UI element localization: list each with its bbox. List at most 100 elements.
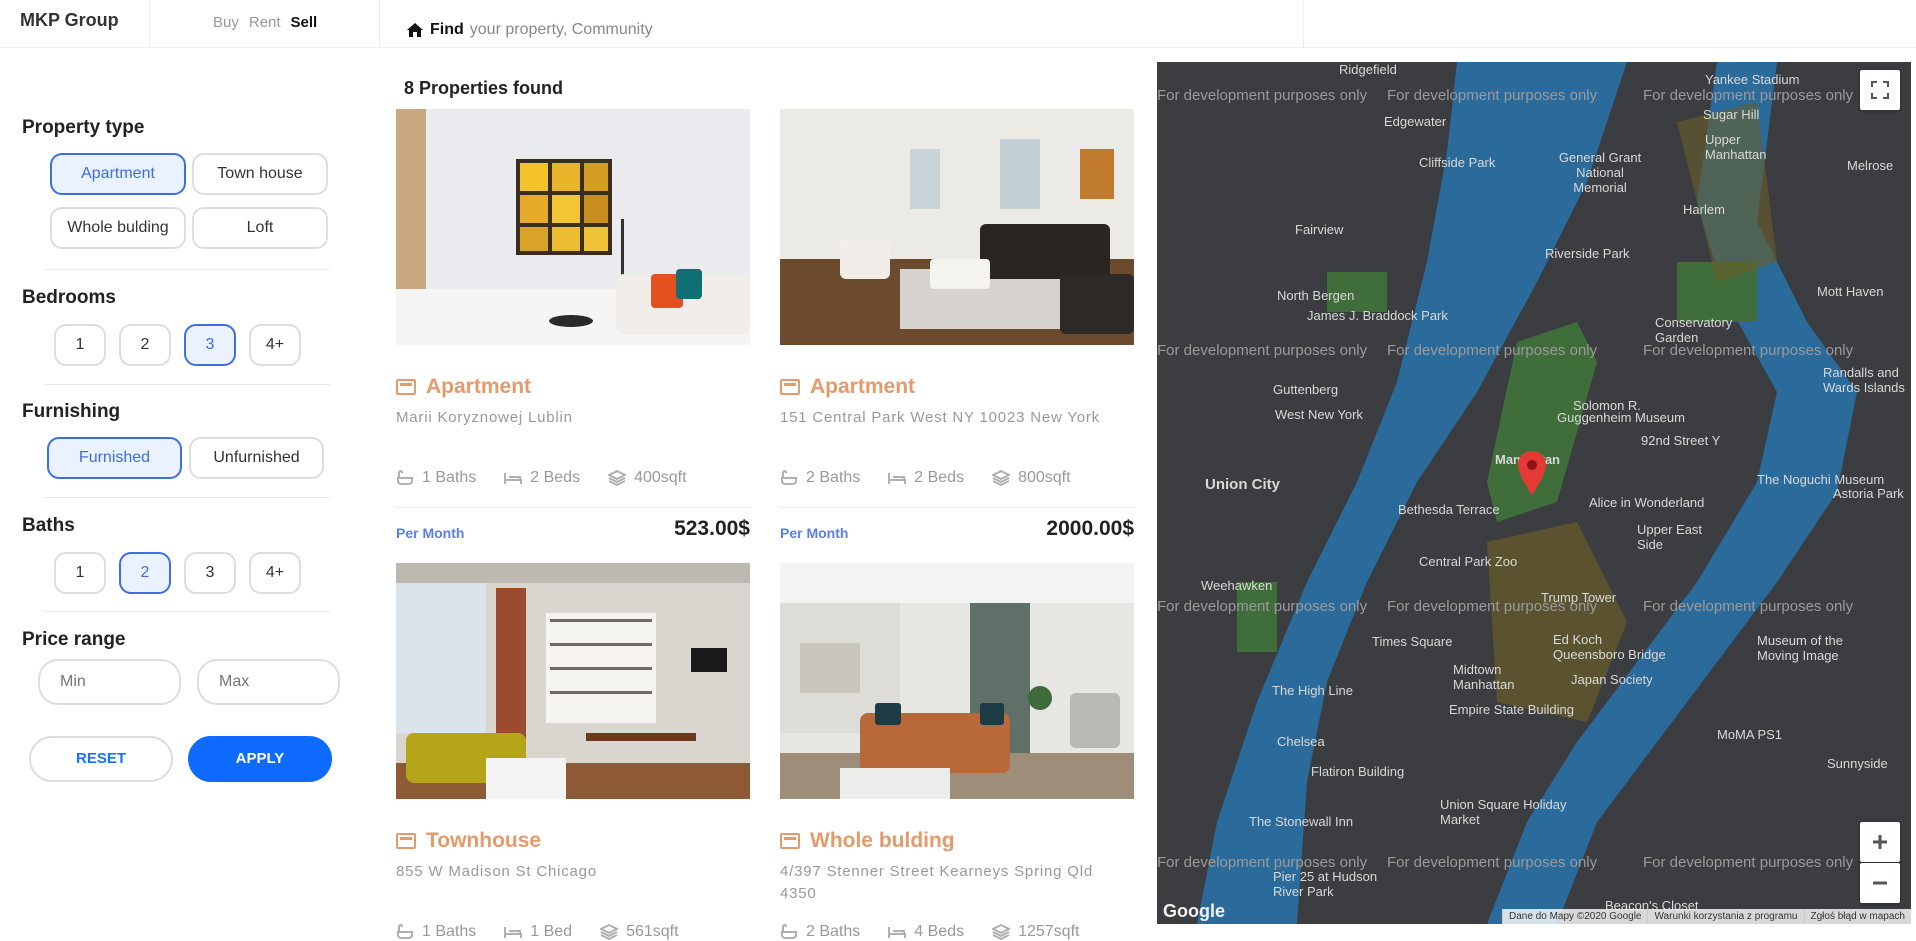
bathtub-icon	[781, 470, 797, 485]
layers-icon	[992, 924, 1011, 940]
baths-value: 1 Baths	[422, 469, 477, 486]
furnishing-title: Furnishing	[22, 401, 121, 422]
mode-buy[interactable]: Buy	[213, 14, 239, 48]
beds-value: 2 Beds	[530, 469, 581, 486]
listing-card[interactable]: Apartment Marii Koryznowej Lublin 1 Bath…	[396, 109, 750, 549]
chip-baths-2[interactable]: 2	[119, 552, 171, 594]
map-place-label: Edgewater	[1384, 114, 1447, 129]
chip-apartment[interactable]: Apartment	[50, 153, 186, 195]
listing-type-label: Townhouse	[426, 829, 542, 852]
map-place-label: Melrose	[1847, 158, 1894, 173]
chip-town-house[interactable]: Town house	[192, 153, 328, 195]
chip-unfurnished[interactable]: Unfurnished	[189, 437, 324, 479]
map-place-label: Randalls and Wards Islands	[1823, 365, 1905, 395]
bed-icon	[504, 927, 523, 938]
home-icon	[407, 23, 423, 37]
chip-bedrooms-3[interactable]: 3	[184, 324, 236, 366]
listing-photo[interactable]	[780, 563, 1134, 799]
beds-value: 2 Beds	[914, 469, 965, 486]
map-place-label: 92nd Street Y	[1641, 433, 1721, 448]
map-place-label: General Grant National Memorial	[1558, 150, 1642, 195]
listing-photo[interactable]	[780, 109, 1134, 345]
baths-value: 2 Baths	[806, 469, 861, 486]
mode-rent[interactable]: Rent	[249, 14, 281, 48]
chip-bedrooms-2[interactable]: 2	[119, 324, 171, 366]
beds-value: 4 Beds	[914, 923, 965, 940]
area-feature: 561sqft	[600, 923, 679, 941]
map-place-label: Riverside Park	[1545, 246, 1630, 261]
search-bar: Find	[380, 0, 1304, 48]
map-place-label: Pier 25 at Hudson River Park	[1273, 869, 1378, 899]
map-watermark: For development purposes only	[1643, 87, 1854, 104]
map-place-label: Sugar Hill	[1703, 107, 1760, 122]
chip-loft[interactable]: Loft	[192, 207, 328, 249]
listing-features: 2 Baths 4 Beds 1257sqft	[780, 923, 1079, 941]
map-place-label: MoMA PS1	[1717, 727, 1783, 742]
map-place-label: The Stonewall Inn	[1249, 814, 1354, 829]
map-place-label: Astoria Park	[1833, 486, 1904, 501]
chip-baths-1[interactable]: 1	[54, 552, 106, 594]
beds-feature: 4 Beds	[888, 923, 964, 941]
map-pin-icon[interactable]	[1518, 451, 1546, 495]
apply-button[interactable]: APPLY	[188, 736, 332, 782]
listing-features: 1 Baths 1 Bed 561sqft	[396, 923, 679, 941]
map-place-label: Fairview	[1295, 222, 1344, 237]
reset-button[interactable]: RESET	[29, 736, 173, 782]
map-place-label: Museum of the Moving Image	[1757, 633, 1843, 663]
area-value: 800sqft	[1018, 469, 1071, 486]
map-watermark: For development purposes only	[1157, 87, 1368, 104]
map-place-label: Conservatory Garden	[1655, 315, 1733, 345]
area-feature: 400sqft	[608, 469, 687, 487]
map-place-label: North Bergen	[1277, 288, 1355, 303]
map-place-label: Union City	[1205, 476, 1280, 493]
bed-icon	[888, 927, 907, 938]
listing-photo[interactable]	[396, 109, 750, 345]
zoom-out-button[interactable]	[1860, 863, 1900, 903]
mode-sell[interactable]: Sell	[291, 14, 318, 48]
map-place-label: Cliffside Park	[1419, 155, 1496, 170]
map-watermark: For development purposes only	[1643, 598, 1854, 615]
beds-feature: 2 Beds	[504, 469, 580, 487]
zoom-in-button[interactable]	[1860, 822, 1900, 862]
divider	[780, 507, 1134, 508]
map-place-label: Bethesda Terrace	[1398, 502, 1500, 517]
fullscreen-button[interactable]	[1860, 70, 1900, 110]
chip-bedrooms-4plus[interactable]: 4+	[249, 324, 301, 366]
baths-feature: 1 Baths	[396, 469, 476, 487]
brand-logo[interactable]: MKP Group	[0, 0, 150, 48]
chip-furnished[interactable]: Furnished	[47, 437, 182, 479]
map-place-label: Ridgefield	[1339, 62, 1397, 77]
listing-card[interactable]: Townhouse 855 W Madison St Chicago 1 Bat…	[396, 563, 750, 941]
beds-feature: 1 Bed	[504, 923, 572, 941]
price-range-title: Price range	[22, 629, 126, 650]
map-place-label: Alice in Wonderland	[1589, 495, 1705, 510]
bathtub-icon	[397, 924, 413, 939]
map-report-link[interactable]: Zgłoś błąd w mapach	[1803, 909, 1912, 924]
top-header: MKP Group Buy Rent Sell Find	[0, 0, 1916, 48]
bathtub-icon	[781, 924, 797, 939]
map-terms-link[interactable]: Warunki korzystania z programu	[1647, 909, 1803, 924]
price-max-input[interactable]	[197, 659, 340, 705]
listing-type-label: Whole bulding	[810, 829, 955, 852]
area-value: 1257sqft	[1018, 923, 1080, 940]
map-place-label: Solomon R.	[1573, 398, 1641, 413]
chip-baths-4plus[interactable]: 4+	[249, 552, 301, 594]
chip-baths-3[interactable]: 3	[184, 552, 236, 594]
search-input[interactable]	[469, 21, 870, 39]
map-place-label: Japan Society	[1571, 672, 1653, 687]
chip-bedrooms-1[interactable]: 1	[54, 324, 106, 366]
listing-photo[interactable]	[396, 563, 750, 799]
map-watermark: For development purposes only	[1157, 342, 1368, 359]
listing-price: 523.00$	[674, 517, 750, 540]
price-min-input[interactable]	[38, 659, 181, 705]
map-attribution: Dane do Mapy ©2020 Google Warunki korzys…	[1502, 909, 1911, 924]
layers-icon	[992, 470, 1011, 486]
listing-card[interactable]: Apartment 151 Central Park West NY 10023…	[780, 109, 1134, 549]
chip-whole-building[interactable]: Whole bulding	[50, 207, 186, 249]
map-place-label: James J. Braddock Park	[1307, 308, 1448, 323]
map-place-label: Empire State Building	[1449, 702, 1575, 717]
price-period: Per Month	[780, 525, 849, 541]
map-place-label: Mott Haven	[1817, 284, 1884, 299]
listing-card[interactable]: Whole bulding 4/397 Stenner Street Kearn…	[780, 563, 1134, 941]
map-view[interactable]: For development purposes only For develo…	[1157, 62, 1911, 924]
